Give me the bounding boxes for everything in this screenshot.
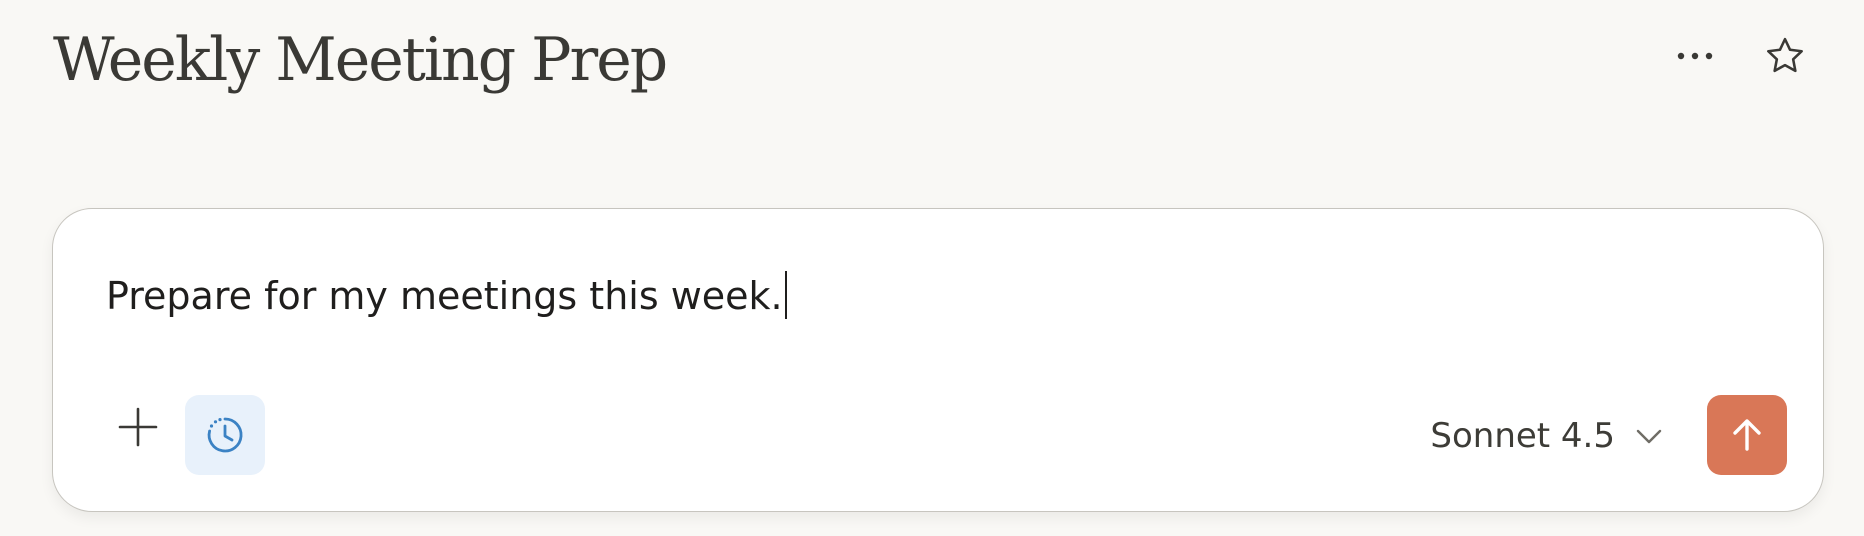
clock-schedule-icon bbox=[207, 417, 243, 453]
text-caret bbox=[784, 271, 787, 319]
chevron-down-icon bbox=[1636, 429, 1662, 444]
arrow-up-icon bbox=[1733, 419, 1761, 451]
add-attachment-button[interactable] bbox=[106, 395, 170, 459]
page-title: Weekly Meeting Prep bbox=[53, 25, 668, 95]
plus-icon bbox=[118, 407, 158, 447]
schedule-button[interactable] bbox=[185, 395, 265, 475]
star-outline-icon bbox=[1767, 37, 1803, 73]
header-actions bbox=[1664, 30, 1816, 82]
model-selector-label: Sonnet 4.5 bbox=[1430, 416, 1615, 456]
more-options-button[interactable] bbox=[1664, 30, 1726, 82]
prompt-input[interactable]: Prepare for my meetings this week. bbox=[106, 261, 1766, 331]
more-horizontal-icon bbox=[1677, 52, 1713, 60]
send-button[interactable] bbox=[1707, 395, 1787, 475]
prompt-composer: Prepare for my meetings this week. Sonne… bbox=[52, 208, 1824, 512]
model-selector[interactable]: Sonnet 4.5 bbox=[1430, 405, 1663, 467]
star-button[interactable] bbox=[1754, 30, 1816, 82]
prompt-text: Prepare for my meetings this week. bbox=[106, 274, 783, 318]
